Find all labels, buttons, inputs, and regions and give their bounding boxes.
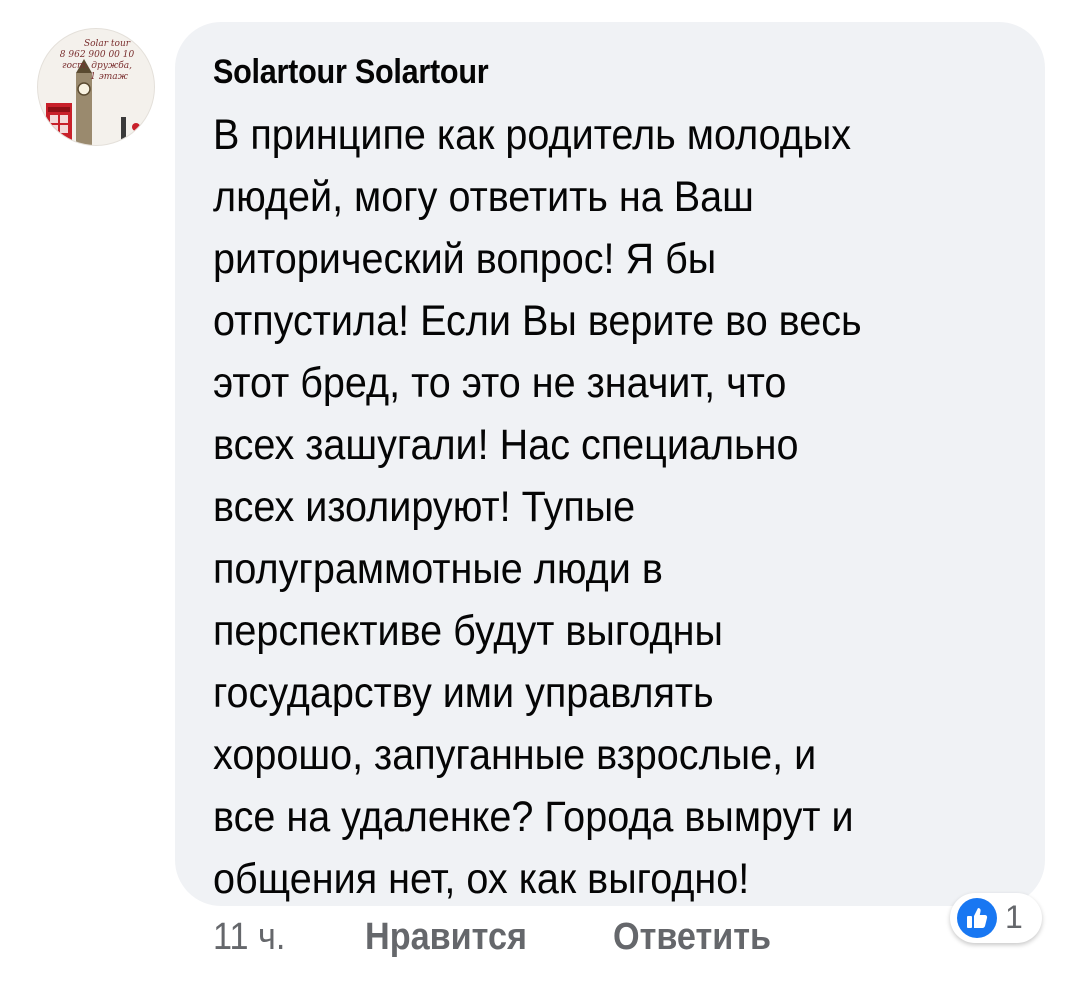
comment-line: полуграммотные люди в [213,545,663,593]
comment-timestamp[interactable]: 11 ч. [213,912,285,962]
comment-line: государству ими управлять [213,669,714,717]
author-avatar[interactable]: Solar tour 8 962 900 00 10 гост. дружба,… [37,28,155,146]
comment-line: хорошо, запуганные взрослые, и [213,731,817,779]
comment-line: отпустила! Если Вы верите во весь [213,297,862,345]
comment-line: всех изолируют! Тупые [213,483,636,531]
comment-body: В принципе как родитель молодых людей, м… [213,104,947,910]
comment-line: людей, могу ответить на Ваш [213,173,754,221]
comment-line: общения нет, ох как выгодно! [213,855,750,903]
comment-line: этот бред, то это не значит, что [213,359,787,407]
comment-line: всех зашугали! Нас специально [213,421,799,469]
reaction-summary[interactable]: 1 [950,893,1042,943]
avatar-text: 1 этаж [90,72,128,82]
avatar-text: 8 962 900 00 10 [59,50,135,60]
thumbs-up-icon [957,898,997,938]
comment-line: риторический вопрос! Я бы [213,235,717,283]
comment-line: все на удаленке? Города вымрут и [213,793,854,841]
avatar-text: Solar tour [83,39,131,49]
comment-author[interactable]: Solartour Solartour [213,52,931,92]
like-button[interactable]: Нравится [365,912,527,962]
avatar-text: гост. дружба, [62,61,132,71]
comment-bubble: Solartour Solartour В принципе как родит… [175,22,1045,906]
comment-line: перспективе будут выгодны [213,607,723,655]
reaction-count: 1 [1005,899,1023,935]
reply-button[interactable]: Ответить [613,912,771,962]
comment-line: В принципе как родитель молодых [213,111,852,159]
